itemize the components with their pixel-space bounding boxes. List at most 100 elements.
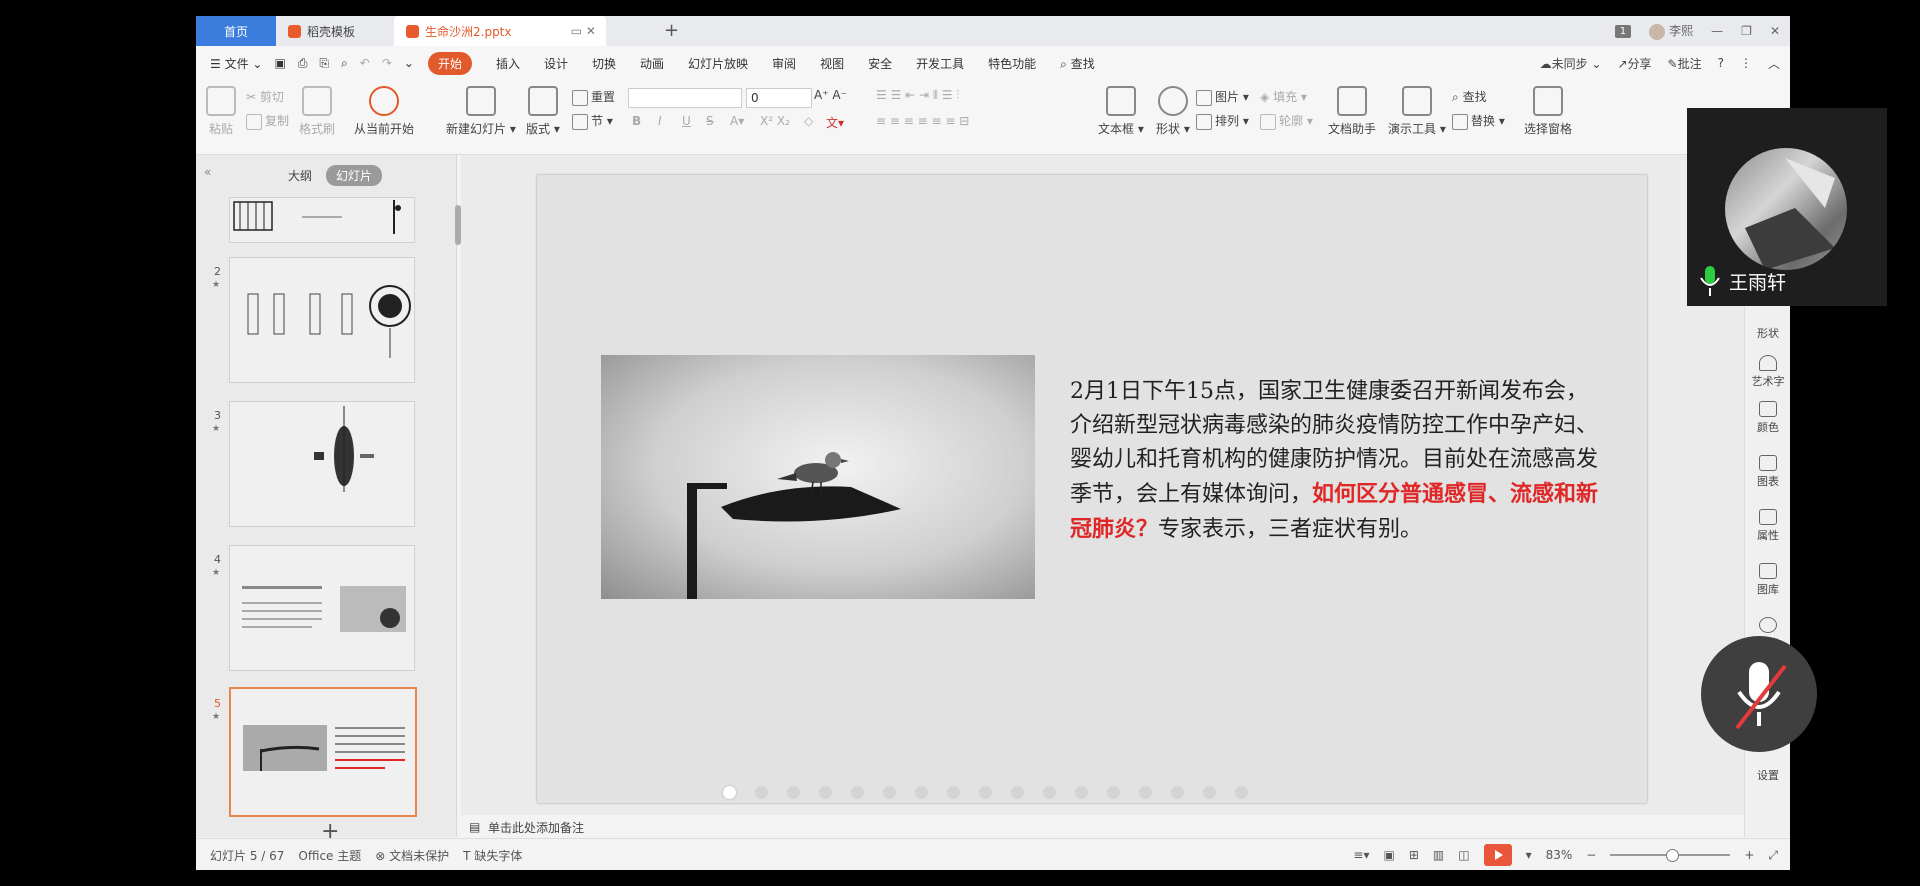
zoom-slider[interactable]	[1610, 849, 1731, 862]
slide-progress-dot[interactable]	[755, 786, 768, 799]
new-tab-icon[interactable]: +	[664, 20, 679, 41]
paste-button[interactable]: 粘贴	[206, 86, 236, 137]
slide-progress-dot[interactable]	[1203, 786, 1216, 799]
notes-area[interactable]: ▤ 单击此处添加备注	[461, 816, 1752, 838]
fit-window-icon[interactable]: ⤢	[1768, 848, 1778, 863]
bold-icon[interactable]: B	[632, 114, 641, 128]
slide-progress-dot[interactable]	[947, 786, 960, 799]
menu-review[interactable]: 审阅	[772, 55, 796, 72]
play-dropdown-icon[interactable]: ▾	[1526, 848, 1532, 862]
doc-assistant-button[interactable]: 文档助手	[1328, 86, 1376, 137]
presentation-tools-button[interactable]: 演示工具 ▾	[1388, 86, 1446, 137]
slide-progress-dot[interactable]	[1139, 786, 1152, 799]
color-tool[interactable]: 颜色	[1745, 401, 1790, 435]
menu-transition[interactable]: 切换	[592, 55, 616, 72]
layout-button[interactable]: 版式 ▾	[526, 86, 560, 137]
play-from-current-button[interactable]: 从当前开始	[354, 86, 414, 137]
format-painter-button[interactable]: 格式刷	[299, 86, 335, 137]
menu-design[interactable]: 设计	[544, 55, 568, 72]
menu-animation[interactable]: 动画	[640, 55, 664, 72]
tab-slides[interactable]: 幻灯片	[326, 165, 383, 186]
maximize-icon[interactable]: ❐	[1741, 24, 1752, 38]
tab-outline[interactable]: 大纲	[288, 167, 312, 184]
preview-icon[interactable]: ⌕	[341, 56, 348, 71]
slide-progress-dot[interactable]	[1011, 786, 1024, 799]
annotate-button[interactable]: ✎批注	[1668, 55, 1702, 72]
help-icon[interactable]: ?	[1718, 56, 1724, 70]
align-icons[interactable]: ≡ ≡ ≡ ≡ ≡ ≡ ⊟	[876, 114, 969, 128]
underline-icon[interactable]: U	[682, 114, 691, 128]
menu-developer[interactable]: 开发工具	[916, 55, 964, 72]
slide-progress-dot[interactable]	[723, 786, 736, 799]
italic-icon[interactable]: I	[658, 114, 662, 128]
settings-tool[interactable]: 设置	[1745, 767, 1790, 783]
reading-view-icon[interactable]: ▥	[1433, 848, 1444, 862]
slide-progress-dot[interactable]	[915, 786, 928, 799]
slide-photo[interactable]	[601, 355, 1035, 599]
slide-progress-dot[interactable]	[787, 786, 800, 799]
more-icon[interactable]: ⋮	[1740, 56, 1752, 70]
print-icon[interactable]: ⎘	[319, 56, 329, 71]
window-count-badge[interactable]: 1	[1614, 24, 1632, 38]
reader-mode-icon[interactable]: ◫	[1458, 848, 1469, 862]
property-tool[interactable]: 属性	[1745, 509, 1790, 543]
text-box-button[interactable]: 文本框 ▾	[1098, 86, 1144, 137]
zoom-level[interactable]: 83%	[1546, 848, 1573, 862]
copy-button[interactable]: 复制	[246, 112, 289, 130]
clear-format-icon[interactable]: ◇	[804, 114, 813, 128]
slide-progress-dot[interactable]	[883, 786, 896, 799]
search-command[interactable]: ⌕ 查找	[1060, 55, 1095, 72]
chart-tool[interactable]: 图表	[1745, 455, 1790, 489]
cut-button[interactable]: ✂ 剪切	[246, 88, 284, 105]
collapse-ribbon-icon[interactable]: ︿	[1768, 55, 1780, 72]
slide-progress-dot[interactable]	[1075, 786, 1088, 799]
collapse-panel-icon[interactable]: «	[204, 165, 211, 179]
zoom-in-icon[interactable]: +	[1744, 848, 1754, 862]
export-pdf-icon[interactable]: ⎙	[298, 56, 308, 71]
arrange-button[interactable]: 排列 ▾	[1196, 112, 1249, 130]
sync-status[interactable]: ☁未同步 ⌄	[1540, 55, 1602, 72]
slide-progress-dot[interactable]	[1043, 786, 1056, 799]
slide-progress-dot[interactable]	[819, 786, 832, 799]
font-size-dropdown[interactable]: 0	[746, 88, 812, 108]
find-button[interactable]: ⌕ 查找	[1452, 88, 1487, 105]
outline-button[interactable]: 轮廓 ▾	[1260, 112, 1313, 130]
tab-document[interactable]: 生命沙洲2.pptx ▭ ✕	[394, 16, 606, 46]
shape-tool[interactable]: 形状	[1745, 325, 1790, 341]
select-pane-button[interactable]: 选择窗格	[1524, 86, 1572, 137]
menu-home[interactable]: 开始	[427, 51, 472, 75]
slide-progress-dot[interactable]	[1235, 786, 1248, 799]
redo-icon[interactable]: ↷	[382, 56, 392, 70]
close-window-icon[interactable]: ✕	[1770, 24, 1780, 38]
grow-font-icon[interactable]: A⁺ A⁻	[814, 88, 847, 102]
picture-button[interactable]: 图片 ▾	[1196, 88, 1249, 106]
minimize-icon[interactable]: —	[1711, 24, 1723, 38]
section-button[interactable]: 节 ▾	[572, 112, 613, 130]
new-slide-button[interactable]: 新建幻灯片 ▾	[446, 86, 516, 137]
slide-progress-dot[interactable]	[1107, 786, 1120, 799]
gallery-tool[interactable]: 图库	[1745, 563, 1790, 597]
slide-progress-dot[interactable]	[851, 786, 864, 799]
tab-home[interactable]: 首页	[196, 16, 276, 46]
slide-thumbnail-5-selected[interactable]	[229, 687, 417, 817]
user-account[interactable]: 李熙	[1649, 22, 1693, 40]
sorter-view-icon[interactable]: ⊞	[1409, 848, 1419, 862]
theme-name[interactable]: Office 主题	[298, 847, 361, 864]
file-menu[interactable]: ☰ 文件 ⌄	[210, 55, 262, 72]
share-button[interactable]: ↗分享	[1617, 55, 1651, 72]
replace-button[interactable]: 替换 ▾	[1452, 112, 1505, 130]
normal-view-icon[interactable]: ▣	[1383, 848, 1394, 862]
bullet-list-icons[interactable]: ☰ ☰ ⇤ ⇥ ⫴ ☰ ⫶	[876, 88, 959, 103]
shape-button[interactable]: 形状 ▾	[1156, 86, 1190, 137]
slide-progress-dot[interactable]	[979, 786, 992, 799]
missing-font-status[interactable]: T 缺失字体	[463, 847, 522, 864]
zoom-slider-handle[interactable]	[1666, 849, 1680, 862]
save-icon[interactable]: ▣	[274, 56, 285, 70]
slide-thumbnail-2[interactable]	[229, 257, 415, 383]
menu-security[interactable]: 安全	[868, 55, 892, 72]
video-call-overlay[interactable]: 王雨轩	[1687, 108, 1887, 306]
slide-thumbnail-3[interactable]	[229, 401, 415, 527]
mute-microphone-button[interactable]	[1701, 636, 1817, 752]
word-art-tool[interactable]: 艺术字	[1745, 355, 1790, 389]
fill-button[interactable]: ◈ 填充 ▾	[1260, 88, 1307, 105]
